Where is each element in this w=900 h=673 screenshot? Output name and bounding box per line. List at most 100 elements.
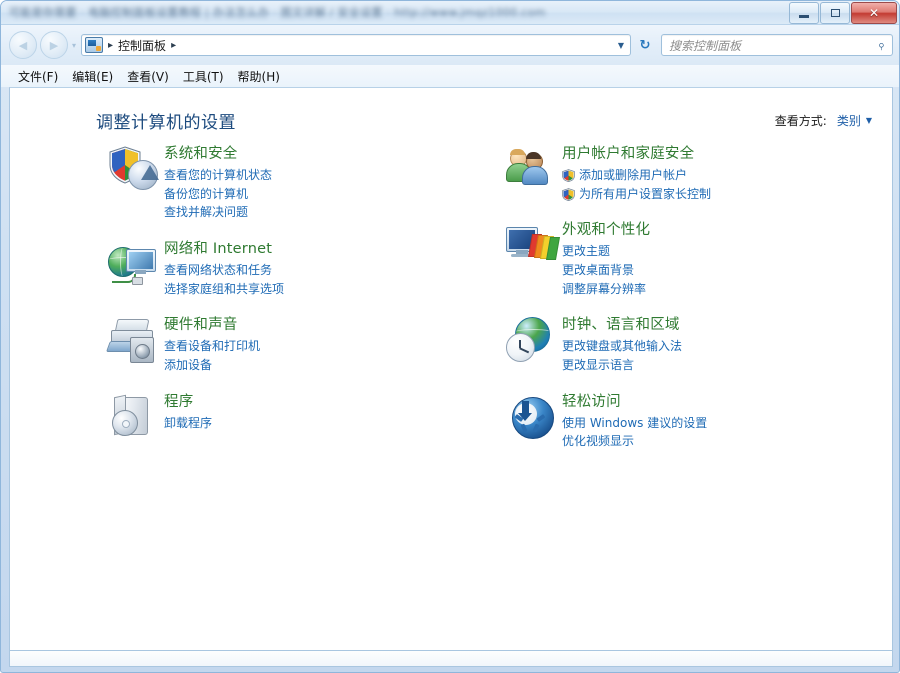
category-programs[interactable]: 程序 卸载程序 [102,392,456,440]
link-label: 优化视频显示 [562,432,634,451]
category-body: 系统和安全 查看您的计算机状态 备份您的计算机 查找并解决问题 [164,144,456,222]
category-grid: 系统和安全 查看您的计算机状态 备份您的计算机 查找并解决问题 [10,144,892,468]
forward-arrow-icon: ▶ [50,40,58,51]
uac-shield-icon [562,169,575,182]
forward-button[interactable]: ▶ [40,31,68,59]
link-label: 使用 Windows 建议的设置 [562,414,707,433]
page-title: 调整计算机的设置 [96,108,236,133]
maximize-icon [831,9,840,17]
link-label: 为所有用户设置家长控制 [579,185,711,204]
category-body: 用户帐户和家庭安全 添加或删除用户帐户 [562,144,854,203]
address-dropdown-icon[interactable]: ▼ [618,41,624,50]
category-title[interactable]: 网络和 Internet [164,240,456,258]
breadcrumb-item-control-panel[interactable]: 控制面板 [118,37,166,54]
menu-item-view[interactable]: 查看(V) [127,68,169,85]
address-bar[interactable]: ▸ 控制面板 ▸ ▼ [81,34,631,56]
category-user-accounts-family-safety[interactable]: 用户帐户和家庭安全 添加或删除用户帐户 [500,144,854,203]
category-title[interactable]: 用户帐户和家庭安全 [562,145,854,163]
category-title[interactable]: 轻松访问 [562,393,854,411]
category-ease-of-access[interactable]: 轻松访问 使用 Windows 建议的设置 优化视频显示 [500,392,854,451]
programs-box-icon [102,392,164,440]
page-header: 调整计算机的设置 查看方式: 类别 ▼ [10,88,892,144]
category-title[interactable]: 程序 [164,393,456,411]
menu-bar: 文件(F) 编辑(E) 查看(V) 工具(T) 帮助(H) [1,65,900,87]
link-label: 添加设备 [164,356,212,375]
category-body: 轻松访问 使用 Windows 建议的设置 优化视频显示 [562,392,854,451]
search-input[interactable]: 搜索控制面板 [669,37,878,54]
content-area: 调整计算机的设置 查看方式: 类别 ▼ [9,87,893,651]
link-label: 卸载程序 [164,414,212,433]
category-system-and-security[interactable]: 系统和安全 查看您的计算机状态 备份您的计算机 查找并解决问题 [102,144,456,222]
speaker-glyph [130,337,154,363]
link-adjust-screen-resolution[interactable]: 调整屏幕分辨率 [562,280,854,299]
category-body: 程序 卸载程序 [164,392,456,440]
category-title[interactable]: 系统和安全 [164,145,456,163]
monitor-glyph [126,249,156,272]
menu-item-help[interactable]: 帮助(H) [238,68,280,85]
link-change-theme[interactable]: 更改主题 [562,242,854,261]
search-box[interactable]: 搜索控制面板 ⌕ [661,34,893,56]
link-add-device[interactable]: 添加设备 [164,356,456,375]
link-label: 更改显示语言 [562,356,634,375]
navigation-bar: ◀ ▶ ▾ ▸ 控制面板 ▸ ▼ ↻ 搜索控制面板 ⌕ [1,25,900,65]
ease-of-access-icon [500,392,562,451]
refresh-icon: ↻ [640,38,651,53]
menu-item-edit[interactable]: 编辑(E) [72,68,113,85]
link-label: 更改桌面背景 [562,261,634,280]
window-controls: ✕ [789,2,897,24]
minimize-button[interactable] [789,2,819,24]
link-change-display-language[interactable]: 更改显示语言 [562,356,854,375]
breadcrumb-separator-1: ▸ [108,40,113,51]
breadcrumb-separator-2[interactable]: ▸ [171,40,176,51]
close-button[interactable]: ✕ [851,2,897,24]
link-label: 选择家庭组和共享选项 [164,280,284,299]
view-by-control: 查看方式: 类别 ▼ [775,112,872,129]
chevron-down-icon[interactable]: ▼ [866,116,872,125]
category-body: 硬件和声音 查看设备和打印机 添加设备 [164,315,456,374]
back-button[interactable]: ◀ [9,31,37,59]
security-shield-icon [102,144,164,222]
category-body: 网络和 Internet 查看网络状态和任务 选择家庭组和共享选项 [164,239,456,298]
link-windows-suggested-settings[interactable]: 使用 Windows 建议的设置 [562,414,854,433]
view-by-label: 查看方式: [775,112,827,129]
link-uninstall-program[interactable]: 卸载程序 [164,414,456,433]
user-accounts-icon [500,144,562,203]
view-by-value[interactable]: 类别 [837,112,861,129]
link-parental-controls[interactable]: 为所有用户设置家长控制 [562,185,854,204]
title-bar: 可能是你需要 · 电脑控制面板设置教程 | 办法怎么办 · 图文详解 / 安全设… [1,1,900,25]
network-globe-icon [102,239,164,298]
category-appearance-personalization[interactable]: 外观和个性化 更改主题 更改桌面背景 调整屏幕分辨率 [500,220,854,298]
link-label: 更改主题 [562,242,610,261]
link-homegroup-sharing[interactable]: 选择家庭组和共享选项 [164,280,456,299]
category-column-left: 系统和安全 查看您的计算机状态 备份您的计算机 查找并解决问题 [102,144,456,468]
category-title[interactable]: 时钟、语言和区域 [562,316,854,334]
link-label: 查看您的计算机状态 [164,166,272,185]
refresh-button[interactable]: ↻ [633,33,657,57]
link-check-computer-status[interactable]: 查看您的计算机状态 [164,166,456,185]
menu-item-tools[interactable]: 工具(T) [183,68,224,85]
link-change-desktop-background[interactable]: 更改桌面背景 [562,261,854,280]
link-backup-computer[interactable]: 备份您的计算机 [164,185,456,204]
ease-down-arrow-icon [522,401,529,414]
category-clock-language-region[interactable]: 时钟、语言和区域 更改键盘或其他输入法 更改显示语言 [500,315,854,374]
clock-glyph [506,333,535,362]
category-hardware-and-sound[interactable]: 硬件和声音 查看设备和打印机 添加设备 [102,315,456,374]
clock-language-region-icon [500,315,562,374]
link-change-keyboard-input[interactable]: 更改键盘或其他输入法 [562,337,854,356]
menu-item-file[interactable]: 文件(F) [18,68,58,85]
link-view-network-status[interactable]: 查看网络状态和任务 [164,261,456,280]
link-label: 查找并解决问题 [164,203,248,222]
action-center-wedge [141,165,159,180]
link-add-remove-user-accounts[interactable]: 添加或删除用户帐户 [562,166,854,185]
category-title[interactable]: 硬件和声音 [164,316,456,334]
user-hair-back [510,149,525,155]
category-network-and-internet[interactable]: 网络和 Internet 查看网络状态和任务 选择家庭组和共享选项 [102,239,456,298]
link-view-devices-printers[interactable]: 查看设备和打印机 [164,337,456,356]
category-title[interactable]: 外观和个性化 [562,221,854,239]
link-optimize-visual-display[interactable]: 优化视频显示 [562,432,854,451]
link-find-and-fix-problems[interactable]: 查找并解决问题 [164,203,456,222]
maximize-button[interactable] [820,2,850,24]
link-label: 查看设备和打印机 [164,337,260,356]
recent-pages-caret-icon[interactable]: ▾ [72,41,76,50]
appearance-personalization-icon [500,220,562,298]
